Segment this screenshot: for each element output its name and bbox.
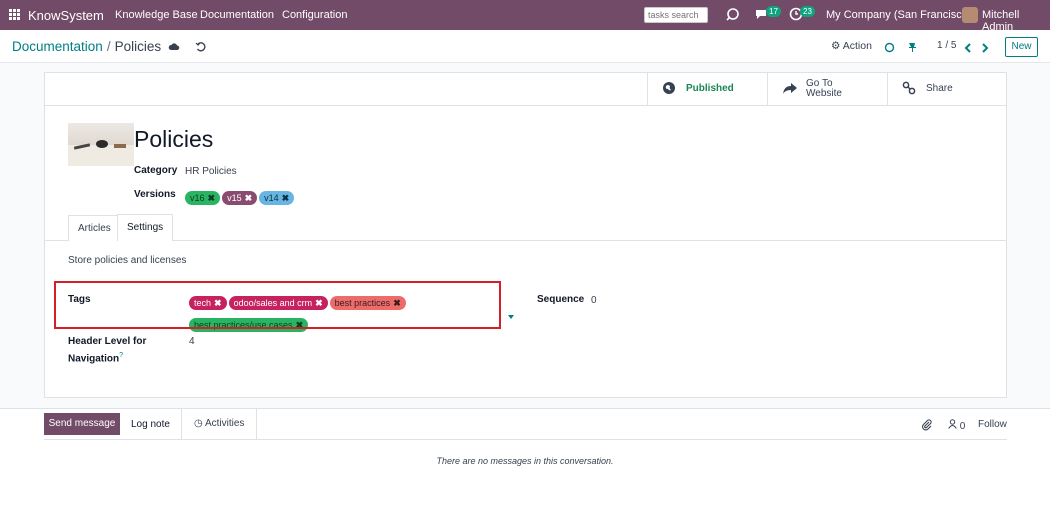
tab-articles[interactable]: Articles [68,215,120,241]
header-level-value[interactable]: 4 [189,336,195,347]
follow-button[interactable]: Follow [978,419,1007,430]
settings-description: Store policies and licenses [68,255,187,266]
company-switcher[interactable]: My Company (San Francisco) [826,9,972,21]
published-button[interactable]: Published [647,73,767,105]
sync-icon[interactable] [884,40,895,58]
activities-button[interactable]: ◷ Activities [181,408,258,439]
tasks-search-input[interactable] [644,7,708,23]
pager-next-icon[interactable] [981,40,989,58]
header-level-label: Header Level for Navigation? [68,336,147,365]
top-navbar: KnowSystem Knowledge Base Documentation … [0,0,1050,33]
versions-label: Versions [134,189,176,200]
user-icon [948,419,960,432]
globe-icon [663,82,675,94]
breadcrumb-documentation[interactable]: Documentation [12,39,103,54]
category-label: Category [134,165,178,176]
menu-configuration[interactable]: Configuration [282,9,347,21]
discard-undo-icon[interactable] [195,40,207,58]
sequence-label: Sequence [537,294,585,305]
sequence-value[interactable]: 0 [591,295,597,306]
followers-count: 0 [959,421,966,432]
smart-button-box: Published Go To Website Share [45,73,1006,106]
no-messages-text: There are no messages in this conversati… [436,456,614,466]
share-label: Share [926,83,953,94]
app-brand[interactable]: KnowSystem [28,8,104,23]
attachment-paperclip-icon[interactable] [921,419,933,434]
control-panel: Documentation / Policies ⚙ Action 1 / 5 Ne… [0,30,1050,63]
pager-value[interactable]: 1 / 5 [937,40,956,51]
pager-previous-icon[interactable] [964,40,972,58]
versions-field[interactable]: v16 ✖ v15 ✖ v14 ✖ [185,188,296,206]
link-icon [902,81,916,95]
log-note-button[interactable]: Log note [131,419,170,430]
apps-menu-icon[interactable] [9,9,20,20]
refresh-icon[interactable] [726,7,740,24]
gear-icon: ⚙ [831,40,841,52]
remove-tag-icon[interactable]: ✖ [282,193,290,203]
version-tag[interactable]: v16 ✖ [185,191,221,205]
action-label: Action [842,40,872,52]
remove-tag-icon[interactable]: ✖ [208,193,216,203]
tags-highlight-box [54,281,501,329]
tab-settings[interactable]: Settings [117,214,174,241]
messages-count-badge: 17 [766,6,781,17]
record-image[interactable] [68,123,134,166]
menu-documentation[interactable]: Documentation [200,9,274,21]
version-tag[interactable]: v15 ✖ [222,191,258,205]
go-to-label-line2: Website [806,88,842,99]
share-button[interactable]: Share [887,73,1007,105]
user-avatar[interactable] [962,7,978,23]
published-label: Published [686,83,734,94]
clock-icon: ◷ [194,418,203,429]
new-button[interactable]: New [1005,37,1038,57]
breadcrumb-current: Policies [114,39,162,54]
tags-dropdown-caret-icon[interactable] [508,315,514,319]
breadcrumb-separator: / [106,39,111,54]
go-to-website-button[interactable]: Go To Website [767,73,887,105]
chatter: Send message Log note ◷ Activities 0 Fol… [0,408,1050,508]
version-tag[interactable]: v14 ✖ [259,191,295,205]
tabs-divider [45,240,1006,241]
activities-label: Activities [204,418,245,429]
breadcrumb: Documentation / Policies [12,39,161,54]
category-value[interactable]: HR Policies [185,166,237,177]
form-sheet: Published Go To Website Share Policies C… [44,72,1007,398]
help-tooltip-icon[interactable]: ? [119,352,123,359]
record-title[interactable]: Policies [134,126,213,153]
followers-button[interactable]: 0 [948,419,965,432]
pin-icon[interactable] [907,40,917,58]
menu-knowledge-base[interactable]: Knowledge Base [115,9,198,21]
activities-count-badge: 23 [800,6,815,17]
action-menu[interactable]: ⚙ Action [831,40,872,52]
share-arrow-icon [783,83,797,94]
send-message-button[interactable]: Send message [44,413,120,435]
remove-tag-icon[interactable]: ✖ [245,193,253,203]
save-cloud-icon[interactable] [168,40,180,58]
